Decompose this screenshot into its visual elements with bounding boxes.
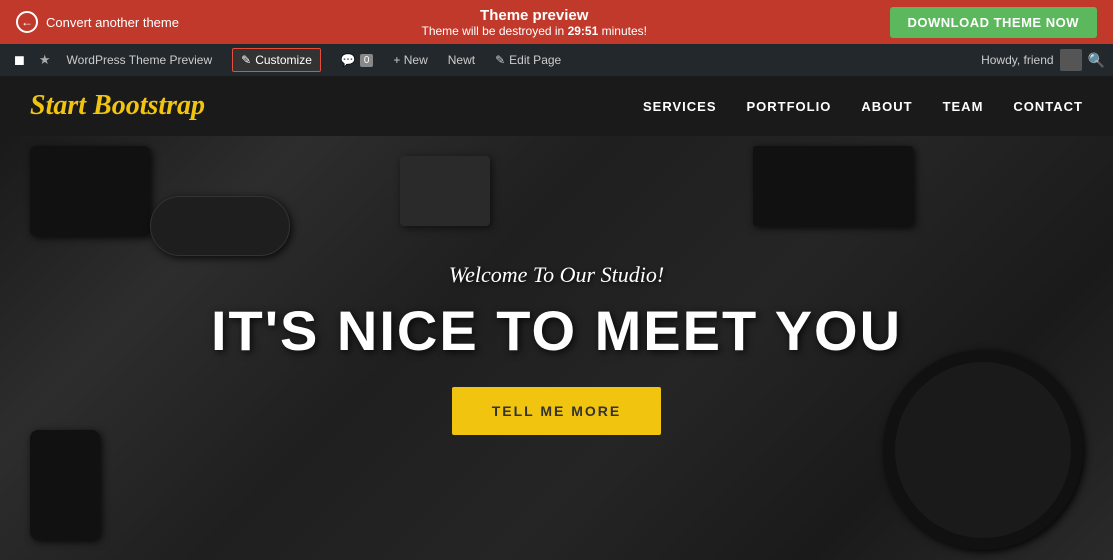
banner-right: DOWNLOAD THEME NOW bbox=[890, 7, 1097, 38]
back-icon[interactable]: ← bbox=[16, 11, 38, 33]
comments-item[interactable]: 💬 0 bbox=[333, 44, 382, 76]
nav-services[interactable]: SERVICES bbox=[643, 99, 717, 114]
site-header: Start Bootstrap SERVICES PORTFOLIO ABOUT… bbox=[0, 76, 1113, 136]
howdy-label: Howdy, friend bbox=[981, 53, 1053, 67]
edit-icon: ✎ bbox=[495, 53, 505, 67]
new-item[interactable]: + New bbox=[385, 44, 435, 76]
deco-phone bbox=[30, 430, 100, 540]
nav-portfolio[interactable]: PORTFOLIO bbox=[747, 99, 832, 114]
edit-page-item[interactable]: ✎ Edit Page bbox=[487, 44, 569, 76]
deco-book bbox=[753, 146, 913, 226]
subtitle-post: minutes! bbox=[598, 24, 647, 38]
customize-item[interactable]: ✎ Customize bbox=[224, 44, 329, 76]
convert-label[interactable]: Convert another theme bbox=[46, 15, 179, 30]
search-icon[interactable]: 🔍 bbox=[1088, 52, 1105, 69]
deco-glasses bbox=[150, 196, 290, 256]
avatar[interactable] bbox=[1060, 49, 1082, 71]
countdown: 29:51 bbox=[568, 24, 599, 38]
newt-label: Newt bbox=[448, 53, 475, 67]
subtitle-pre: Theme will be destroyed in bbox=[422, 24, 568, 38]
banner-center: Theme preview Theme will be destroyed in… bbox=[422, 7, 647, 38]
customize-label: Customize bbox=[255, 53, 312, 67]
site-nav: SERVICES PORTFOLIO ABOUT TEAM CONTACT bbox=[643, 99, 1083, 114]
hero-section: Welcome To Our Studio! IT'S NICE TO MEET… bbox=[0, 136, 1113, 560]
nav-team[interactable]: TEAM bbox=[943, 99, 984, 114]
admin-bar-left: ■ ★ WordPress Theme Preview ✎ Customize … bbox=[8, 44, 977, 76]
theme-preview-label: WordPress Theme Preview bbox=[67, 53, 213, 67]
site-logo[interactable]: Start Bootstrap bbox=[30, 90, 205, 122]
hero-title: IT'S NICE TO MEET YOU bbox=[211, 298, 902, 363]
top-banner: ← Convert another theme Theme preview Th… bbox=[0, 0, 1113, 44]
admin-bar-right: Howdy, friend 🔍 bbox=[981, 49, 1105, 71]
nav-contact[interactable]: CONTACT bbox=[1013, 99, 1083, 114]
site-icon[interactable]: ★ bbox=[35, 52, 55, 68]
deco-bowtie bbox=[400, 156, 490, 226]
customize-button[interactable]: ✎ Customize bbox=[232, 48, 321, 72]
newt-item[interactable]: Newt bbox=[440, 44, 483, 76]
nav-about[interactable]: ABOUT bbox=[861, 99, 912, 114]
bubble-icon: 💬 bbox=[341, 53, 356, 67]
deco-wallet bbox=[30, 146, 150, 236]
hero-content: Welcome To Our Studio! IT'S NICE TO MEET… bbox=[211, 262, 902, 435]
deco-belt bbox=[883, 350, 1083, 550]
hero-subtitle: Welcome To Our Studio! bbox=[211, 262, 902, 288]
pencil-icon: ✎ bbox=[241, 53, 251, 67]
edit-page-label: Edit Page bbox=[509, 53, 561, 67]
admin-bar: ■ ★ WordPress Theme Preview ✎ Customize … bbox=[0, 44, 1113, 76]
theme-preview-item[interactable]: WordPress Theme Preview bbox=[59, 44, 221, 76]
comment-count: 0 bbox=[360, 54, 374, 67]
hero-cta-button[interactable]: TELL ME MORE bbox=[452, 387, 662, 435]
banner-title: Theme preview bbox=[422, 7, 647, 24]
download-button[interactable]: DOWNLOAD THEME NOW bbox=[890, 7, 1097, 38]
new-label: + New bbox=[393, 53, 427, 67]
banner-subtitle: Theme will be destroyed in 29:51 minutes… bbox=[422, 24, 647, 38]
banner-left: ← Convert another theme bbox=[16, 11, 179, 33]
wordpress-icon[interactable]: ■ bbox=[8, 50, 31, 71]
